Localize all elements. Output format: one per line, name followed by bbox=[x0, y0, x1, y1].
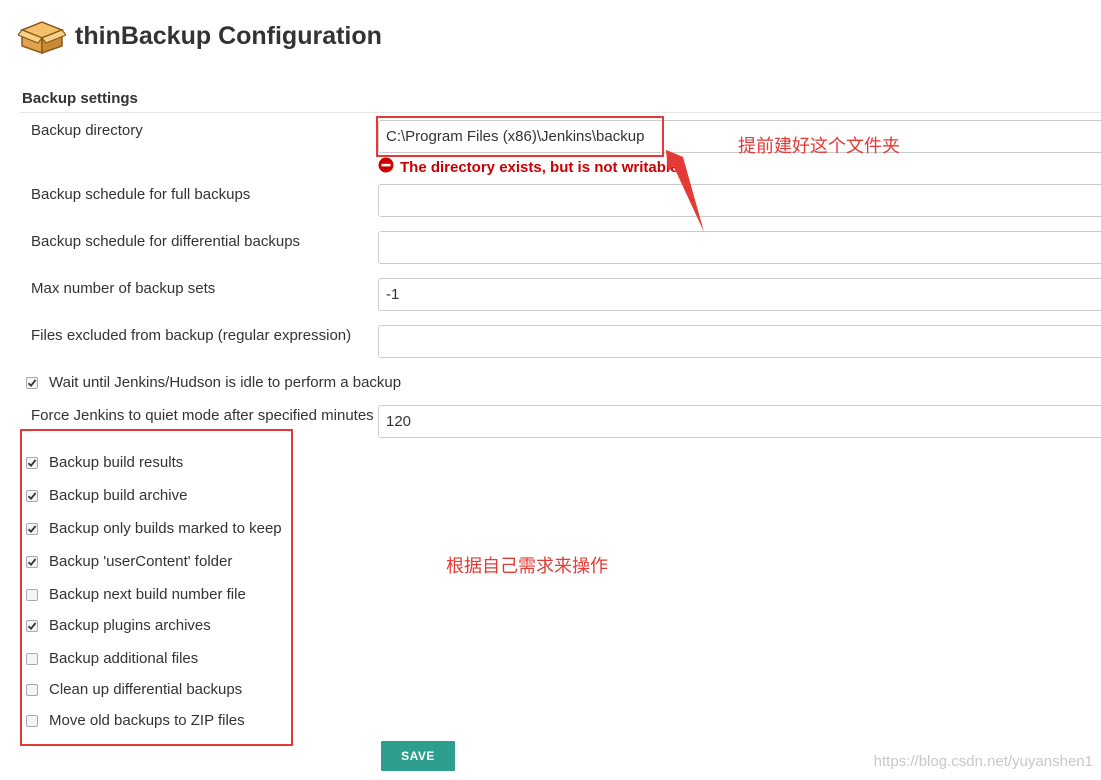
annotation-arrow-icon bbox=[666, 150, 704, 232]
annotation-note-options: 根据自己需求来操作 bbox=[446, 556, 608, 577]
annotation-note-directory: 提前建好这个文件夹 bbox=[738, 136, 900, 157]
watermark: https://blog.csdn.net/yuyanshen1 bbox=[873, 753, 1093, 770]
